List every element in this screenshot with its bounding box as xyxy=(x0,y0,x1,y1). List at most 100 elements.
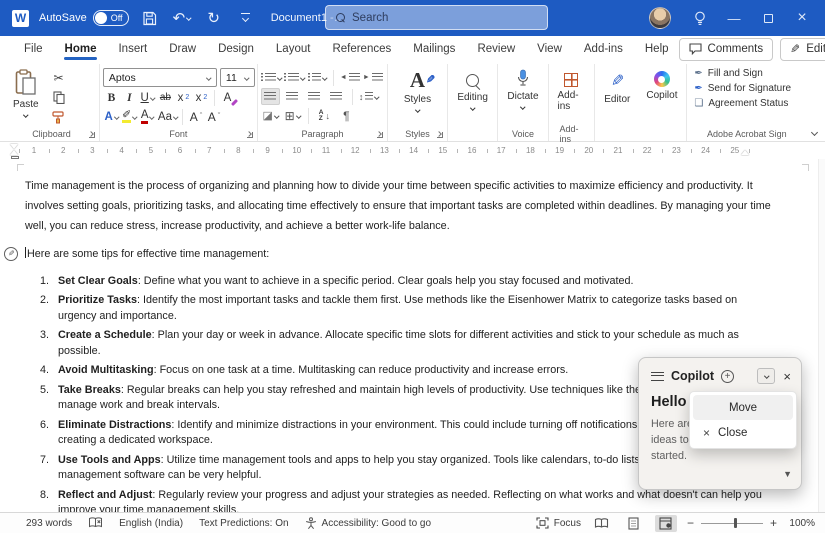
horizontal-ruler[interactable]: 1234567891011121314151617181920212223242… xyxy=(0,142,825,160)
zoom-in-button[interactable]: + xyxy=(770,516,777,530)
comments-button[interactable]: Comments xyxy=(679,38,774,61)
copilot-new-chat-icon[interactable]: + xyxy=(721,370,734,383)
editor-button[interactable]: ✎ Editor xyxy=(598,66,636,108)
tab-references[interactable]: References xyxy=(322,39,401,60)
numbering-button[interactable] xyxy=(284,69,305,86)
tab-file[interactable]: File xyxy=(14,39,53,60)
superscript-button[interactable]: x2 xyxy=(193,89,210,106)
highlight-color-button[interactable]: ✐ xyxy=(121,108,138,125)
autosave-control[interactable]: AutoSave Off xyxy=(39,10,129,26)
addins-button[interactable]: Add-ins xyxy=(552,66,592,115)
zoom-slider-handle[interactable] xyxy=(734,518,738,528)
align-right-button[interactable] xyxy=(305,88,324,105)
styles-dialog-launcher[interactable] xyxy=(437,132,443,138)
search-input[interactable]: Search xyxy=(325,5,548,30)
paragraph-dialog-launcher[interactable] xyxy=(377,132,383,138)
clear-formatting-button[interactable]: A xyxy=(219,89,236,106)
decrease-indent-button[interactable]: ◄ xyxy=(340,69,360,86)
paste-button[interactable]: Paste xyxy=(7,66,45,120)
change-case-button[interactable]: Aa xyxy=(157,108,179,125)
copilot-button[interactable]: Copilot xyxy=(640,66,683,104)
agreement-status-button[interactable]: ❏Agreement Status xyxy=(694,98,791,109)
zoom-out-button[interactable]: − xyxy=(687,516,694,530)
tab-review[interactable]: Review xyxy=(467,39,525,60)
tab-mailings[interactable]: Mailings xyxy=(403,39,465,60)
multilevel-list-button[interactable] xyxy=(308,69,327,86)
align-left-button[interactable] xyxy=(261,88,280,105)
bullets-button[interactable] xyxy=(261,69,282,86)
zoom-level[interactable]: 100% xyxy=(787,518,815,529)
shrink-font-button[interactable]: Aˇ xyxy=(205,108,222,125)
font-color-button[interactable]: A xyxy=(139,108,156,125)
underline-button[interactable]: U xyxy=(139,89,156,106)
customize-quick-access-button[interactable] xyxy=(235,7,257,29)
accessibility-status[interactable]: Accessibility: Good to go xyxy=(305,517,432,529)
language-status[interactable]: English (India) xyxy=(119,518,183,529)
tab-draw[interactable]: Draw xyxy=(159,39,206,60)
tab-home[interactable]: Home xyxy=(55,39,107,60)
borders-button[interactable]: ⊞ xyxy=(283,107,302,124)
copilot-scroll-down-icon[interactable]: ▼ xyxy=(783,469,792,479)
copilot-menu-icon[interactable] xyxy=(651,372,664,381)
web-layout-button[interactable] xyxy=(655,515,677,532)
line-spacing-button[interactable]: ↕ xyxy=(359,88,379,105)
send-for-signature-button[interactable]: ✒Send for Signature xyxy=(694,83,791,94)
styles-button[interactable]: A Styles xyxy=(398,66,437,115)
proofing-status[interactable] xyxy=(88,517,103,529)
save-button[interactable] xyxy=(139,7,161,29)
text-predictions-status[interactable]: Text Predictions: On xyxy=(199,518,288,529)
bold-button[interactable]: B xyxy=(103,89,120,106)
user-avatar[interactable] xyxy=(649,7,671,29)
italic-button[interactable]: I xyxy=(121,89,138,106)
tab-design[interactable]: Design xyxy=(208,39,264,60)
dictate-button[interactable]: Dictate xyxy=(501,66,544,112)
minimize-button[interactable]: — xyxy=(719,5,749,31)
clipboard-dialog-launcher[interactable] xyxy=(89,132,95,138)
font-size-combo[interactable]: 11 xyxy=(220,68,255,87)
vertical-scrollbar[interactable] xyxy=(818,159,825,512)
shading-button[interactable]: ◪ xyxy=(261,107,280,124)
print-layout-button[interactable] xyxy=(623,515,645,532)
undo-button[interactable]: ↶ xyxy=(171,7,193,29)
coach-button[interactable] xyxy=(685,5,715,31)
copilot-margin-icon[interactable] xyxy=(4,247,18,261)
word-count[interactable]: 293 words xyxy=(26,518,72,529)
font-dialog-launcher[interactable] xyxy=(247,132,253,138)
menu-item-close[interactable]: ×Close xyxy=(693,420,793,445)
tab-add-ins[interactable]: Add-ins xyxy=(574,39,633,60)
copy-button[interactable] xyxy=(49,89,69,106)
collapse-ribbon-button[interactable] xyxy=(806,64,823,141)
font-name-combo[interactable]: Aptos xyxy=(103,68,217,87)
grow-font-button[interactable]: Aˆ xyxy=(187,108,204,125)
redo-button[interactable]: ↻ xyxy=(203,7,225,29)
tab-help[interactable]: Help xyxy=(635,39,679,60)
tab-layout[interactable]: Layout xyxy=(266,39,321,60)
text-effects-button[interactable]: A xyxy=(103,108,120,125)
menu-item-move[interactable]: Move xyxy=(693,395,793,420)
editing-button[interactable]: Editing xyxy=(451,66,494,113)
increase-indent-button[interactable]: ► xyxy=(363,69,383,86)
cut-button[interactable]: ✂ xyxy=(49,69,69,86)
maximize-button[interactable] xyxy=(753,5,783,31)
zoom-slider[interactable] xyxy=(701,523,763,524)
first-line-indent-marker[interactable] xyxy=(10,144,18,149)
read-mode-button[interactable] xyxy=(591,515,613,532)
show-paragraph-marks-button[interactable]: ¶ xyxy=(337,107,356,124)
format-painter-button[interactable] xyxy=(49,109,69,126)
copilot-options-button[interactable] xyxy=(757,368,775,384)
strikethrough-button[interactable]: ab xyxy=(157,89,174,106)
copilot-close-icon[interactable]: × xyxy=(783,369,791,384)
hanging-indent-marker[interactable] xyxy=(10,150,18,155)
sort-button[interactable]: AZ↓ xyxy=(315,107,334,124)
fill-and-sign-button[interactable]: ✒Fill and Sign xyxy=(694,68,791,79)
justify-button[interactable] xyxy=(327,88,346,105)
focus-mode-button[interactable]: Focus xyxy=(536,517,581,529)
right-indent-marker[interactable] xyxy=(741,150,749,155)
tab-insert[interactable]: Insert xyxy=(108,39,157,60)
tab-view[interactable]: View xyxy=(527,39,572,60)
close-button[interactable]: × xyxy=(787,5,817,31)
align-center-button[interactable] xyxy=(283,88,302,105)
autosave-toggle[interactable]: Off xyxy=(93,10,129,26)
editing-mode-button[interactable]: ✎ Editing xyxy=(780,38,825,61)
subscript-button[interactable]: x2 xyxy=(175,89,192,106)
